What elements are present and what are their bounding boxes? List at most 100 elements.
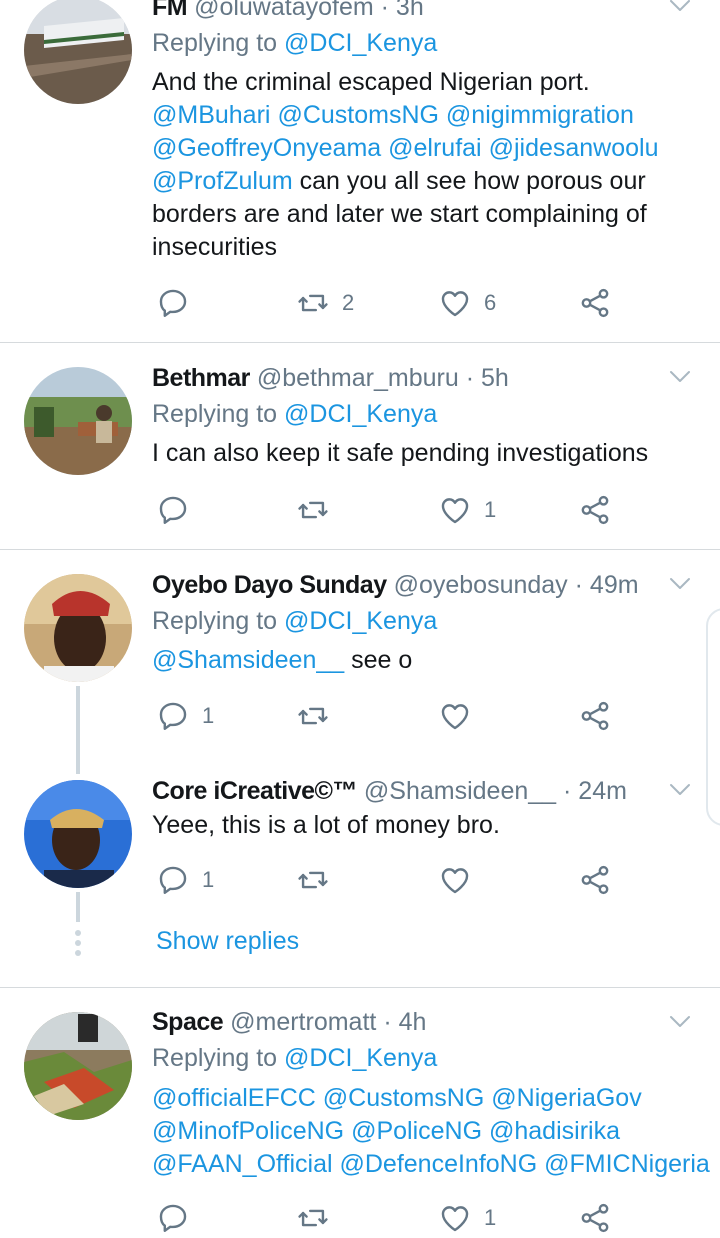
retweet-button[interactable] xyxy=(296,696,330,736)
share-icon xyxy=(578,699,612,733)
text-segment: And the criminal escaped Nigerian port. xyxy=(152,68,590,96)
retweet-button[interactable]: 2 xyxy=(296,283,354,323)
share-icon xyxy=(578,286,612,320)
timestamp: · 24m xyxy=(563,777,627,805)
replying-to-label: Replying to xyxy=(152,607,278,635)
replying-to: Replying to @DCI_Kenya xyxy=(152,1043,437,1073)
mention-link[interactable]: @hadisirika xyxy=(489,1117,620,1145)
mention-link[interactable]: @FMICNigeria xyxy=(544,1150,710,1178)
mention-link[interactable]: @NigeriaGov xyxy=(491,1084,641,1112)
user-handle[interactable]: @bethmar_mburu xyxy=(257,364,459,392)
mention-link[interactable]: @MinofPoliceNG xyxy=(152,1117,344,1145)
replying-to-handle[interactable]: @DCI_Kenya xyxy=(284,1044,437,1072)
avatar[interactable] xyxy=(24,0,132,104)
user-handle[interactable]: @Shamsideen__ xyxy=(364,777,556,805)
reply-button[interactable] xyxy=(156,490,190,530)
edge-overlay xyxy=(706,608,720,826)
mention-link[interactable]: @officialEFCC xyxy=(152,1084,316,1112)
chevron-down-icon[interactable] xyxy=(668,1010,692,1034)
display-name[interactable]: Space xyxy=(152,1008,224,1036)
mention-link[interactable]: @DefenceInfoNG xyxy=(339,1150,537,1178)
retweet-button[interactable] xyxy=(296,860,330,900)
reply-button[interactable]: 1 xyxy=(156,860,214,900)
like-icon xyxy=(438,863,472,897)
mention-link[interactable]: @CustomsNG xyxy=(323,1084,485,1112)
reply-count: 1 xyxy=(202,703,215,728)
chevron-down-icon[interactable] xyxy=(668,0,692,18)
like-count: 1 xyxy=(484,1205,497,1230)
tweet-text: @officialEFCC @CustomsNG @NigeriaGov @Mi… xyxy=(152,1082,712,1181)
mention-link[interactable]: @FAAN_Official xyxy=(152,1150,333,1178)
tweet-actions: 1 xyxy=(152,490,622,530)
mention-link[interactable]: @PoliceNG xyxy=(351,1117,482,1145)
like-icon xyxy=(438,493,472,527)
avatar[interactable] xyxy=(24,367,132,475)
like-count: 1 xyxy=(484,497,497,522)
chevron-down-icon[interactable] xyxy=(668,572,692,596)
replying-to-label: Replying to xyxy=(152,1044,278,1072)
share-button[interactable] xyxy=(578,696,612,736)
replying-to: Replying to @DCI_Kenya xyxy=(152,399,437,429)
tweet-text: Yeee, this is a lot of money bro. xyxy=(152,811,500,839)
mention-link[interactable]: @jidesanwoolu xyxy=(489,134,659,162)
like-button[interactable] xyxy=(438,696,472,736)
retweet-button[interactable] xyxy=(296,490,330,530)
replying-to: Replying to @DCI_Kenya xyxy=(152,28,437,58)
retweet-icon xyxy=(296,863,330,897)
retweet-icon xyxy=(296,1201,330,1235)
retweet-icon xyxy=(296,493,330,527)
reply-button[interactable]: 1 xyxy=(156,696,214,736)
thread-line xyxy=(76,686,80,774)
chevron-down-icon[interactable] xyxy=(668,365,692,389)
show-replies-link[interactable]: Show replies xyxy=(156,927,299,956)
mention-link[interactable]: @Shamsideen__ xyxy=(152,646,344,674)
share-icon xyxy=(578,863,612,897)
reply-button[interactable] xyxy=(156,1198,190,1238)
retweet-button[interactable] xyxy=(296,1198,330,1238)
like-button[interactable] xyxy=(438,860,472,900)
mention-link[interactable]: @ProfZulum xyxy=(152,167,293,195)
display-name[interactable]: Core iCreative©™ xyxy=(152,777,357,805)
tweet-actions: 2 6 xyxy=(152,283,622,323)
share-button[interactable] xyxy=(578,1198,612,1238)
mention-link[interactable]: @elrufai xyxy=(388,134,481,162)
replying-to-handle[interactable]: @DCI_Kenya xyxy=(284,400,437,428)
like-icon xyxy=(438,286,472,320)
mention-link[interactable]: @nigimmigration xyxy=(446,101,634,129)
reply-count: 1 xyxy=(202,867,215,892)
mention-link[interactable]: @MBuhari xyxy=(152,101,270,129)
like-button[interactable]: 1 xyxy=(438,1198,496,1238)
display-name[interactable]: FM xyxy=(152,0,188,21)
divider xyxy=(0,987,720,988)
share-button[interactable] xyxy=(578,283,612,323)
reply-icon xyxy=(156,286,190,320)
timestamp: · 5h xyxy=(465,364,509,392)
replying-to: Replying to @DCI_Kenya xyxy=(152,606,437,636)
mention-link[interactable]: @CustomsNG xyxy=(277,101,439,129)
timestamp: · 49m xyxy=(574,571,639,599)
share-icon xyxy=(578,493,612,527)
mention-link[interactable]: @GeoffreyOnyeama xyxy=(152,134,381,162)
user-handle[interactable]: @mertromatt xyxy=(230,1008,376,1036)
share-button[interactable] xyxy=(578,860,612,900)
avatar[interactable] xyxy=(24,574,132,682)
display-name[interactable]: Oyebo Dayo Sunday xyxy=(152,571,387,599)
reply-icon xyxy=(156,493,190,527)
replying-to-handle[interactable]: @DCI_Kenya xyxy=(284,29,437,57)
avatar[interactable] xyxy=(24,780,132,888)
reply-button[interactable] xyxy=(156,283,190,323)
user-handle[interactable]: @oyebosunday xyxy=(394,571,568,599)
like-button[interactable]: 1 xyxy=(438,490,496,530)
like-button[interactable]: 6 xyxy=(438,283,496,323)
timestamp: · 3h xyxy=(380,0,424,21)
display-name[interactable]: Bethmar xyxy=(152,364,250,392)
chevron-down-icon[interactable] xyxy=(668,778,692,802)
like-icon xyxy=(438,699,472,733)
user-handle[interactable]: @oluwatayofem xyxy=(194,0,374,21)
share-button[interactable] xyxy=(578,490,612,530)
avatar[interactable] xyxy=(24,1012,132,1120)
tweet-actions: 1 xyxy=(152,1198,622,1238)
replying-to-handle[interactable]: @DCI_Kenya xyxy=(284,607,437,635)
replying-to-label: Replying to xyxy=(152,400,278,428)
retweet-icon xyxy=(296,699,330,733)
